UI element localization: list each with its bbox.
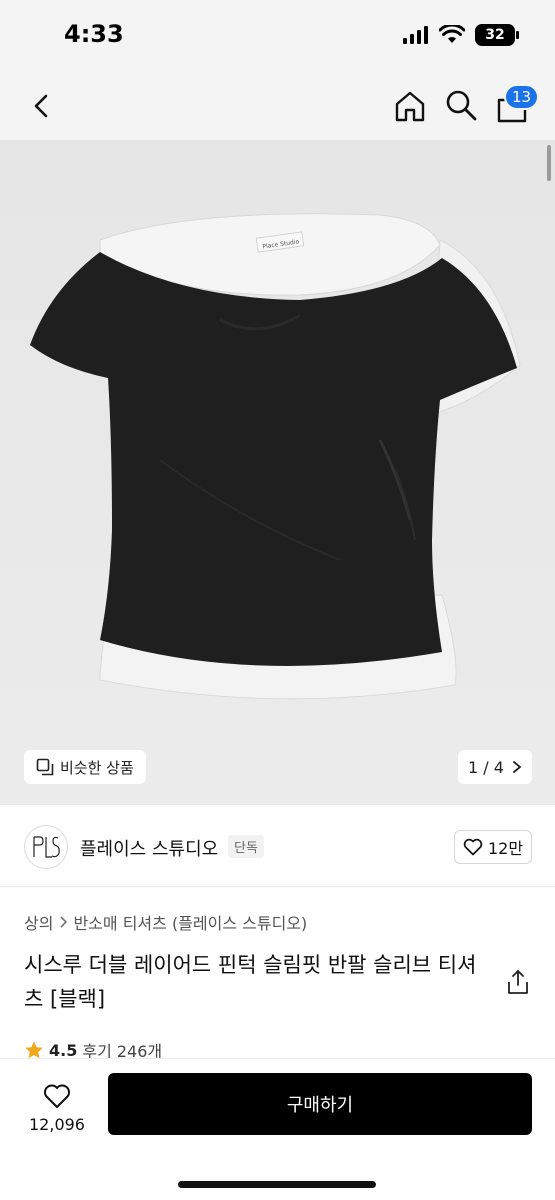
product-image-gallery[interactable]: Place Studio 비슷한 상품 1 / 4 xyxy=(0,140,555,805)
back-icon[interactable] xyxy=(26,90,58,122)
chevron-right-icon xyxy=(513,761,522,773)
brand-like-button[interactable]: 12만 xyxy=(454,830,532,864)
image-page-indicator[interactable]: 1 / 4 xyxy=(458,750,532,784)
scroll-indicator xyxy=(547,145,551,181)
nav-bar xyxy=(0,74,555,140)
product-title: 시스루 더블 레이어드 핀턱 슬림핏 반팔 슬리브 티셔츠 [블랙] xyxy=(24,953,477,1011)
page-indicator-text: 1 / 4 xyxy=(468,757,504,777)
breadcrumb: 상의 반소매 티셔츠 (플레이스 스튜디오) xyxy=(24,910,307,934)
breadcrumb-subcategory[interactable]: 반소매 티셔츠 (플레이스 스튜디오) xyxy=(73,910,307,934)
similar-products-label: 비슷한 상품 xyxy=(60,758,134,777)
status-icons: 32 xyxy=(403,24,519,46)
wifi-icon xyxy=(439,25,465,43)
share-icon[interactable] xyxy=(504,968,532,996)
chevron-right-icon xyxy=(60,916,68,928)
search-icon[interactable] xyxy=(444,88,478,122)
signal-icon xyxy=(403,26,428,44)
status-time: 4:33 xyxy=(64,20,124,48)
star-icon xyxy=(25,1041,43,1059)
product-image: Place Studio xyxy=(30,213,521,700)
breadcrumb-category[interactable]: 상의 xyxy=(24,910,53,934)
heart-icon xyxy=(463,838,483,856)
home-indicator xyxy=(178,1181,376,1188)
wishlist-button[interactable]: 12,096 xyxy=(22,1075,92,1141)
brand-logo[interactable] xyxy=(24,825,68,869)
bottom-action-bar: 12,096 구매하기 xyxy=(0,1058,555,1200)
copy-icon xyxy=(36,758,54,776)
brand-exclusive-tag: 단독 xyxy=(228,835,264,858)
wishlist-count: 12,096 xyxy=(29,1114,85,1134)
cart-badge: 13 xyxy=(504,84,540,110)
rating-score: 4.5 xyxy=(49,1040,78,1060)
home-icon[interactable] xyxy=(392,88,428,124)
brand-like-count: 12만 xyxy=(487,839,524,858)
brand-row[interactable]: 플레이스 스튜디오 단독 12만 xyxy=(0,805,555,887)
similar-products-button[interactable]: 비슷한 상품 xyxy=(24,750,146,784)
brand-name[interactable]: 플레이스 스튜디오 xyxy=(80,835,218,861)
battery-indicator: 32 xyxy=(475,24,519,46)
brand-logo-mark xyxy=(33,836,60,858)
heart-icon xyxy=(44,1084,70,1108)
buy-button[interactable]: 구매하기 xyxy=(108,1073,532,1135)
status-bar: 4:33 32 xyxy=(0,0,555,74)
